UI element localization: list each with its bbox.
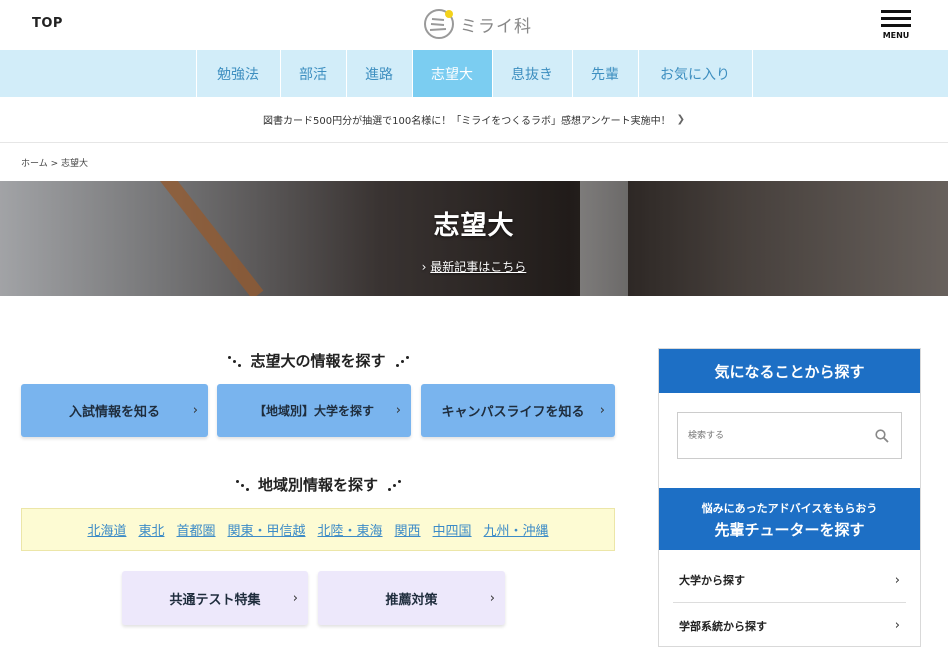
site-logo[interactable]: ミライ科 — [422, 6, 532, 42]
section-title-university-info: 志望大の情報を探す — [21, 350, 615, 371]
chevron-right-icon: › — [395, 403, 401, 418]
region-link-tohoku[interactable]: 東北 — [138, 520, 164, 539]
search-icon[interactable] — [875, 429, 889, 443]
breadcrumb-separator: > — [50, 159, 59, 169]
region-link-kyushu-okinawa[interactable]: 九州・沖縄 — [484, 520, 549, 539]
button-label: 【地域別】大学を探す — [253, 404, 374, 418]
chevron-right-icon: › — [599, 403, 605, 418]
region-link-hokkaido[interactable]: 北海道 — [87, 520, 126, 539]
latest-articles-text: 最新記事はこちら — [430, 260, 527, 274]
breadcrumb-current: 志望大 — [61, 159, 89, 169]
decoration-dots-icon — [226, 354, 242, 368]
sidebar-item-label: 学部系統から探す — [679, 619, 767, 633]
section-title-regional-info: 地域別情報を探す — [21, 474, 615, 495]
chevron-right-icon: › — [894, 572, 900, 588]
region-link-chushikoku[interactable]: 中四国 — [433, 520, 472, 539]
search-input[interactable] — [678, 413, 858, 458]
chevron-right-icon: › — [421, 260, 431, 274]
tutor-heading-subtitle: 悩みにあったアドバイスをもらおう — [701, 502, 878, 515]
nav-item-target-university[interactable]: 志望大 — [412, 50, 493, 97]
region-links: 北海道 東北 首都圏 関東・甲信越 北陸・東海 関西 中四国 九州・沖縄 — [21, 508, 615, 551]
region-link-kansai[interactable]: 関西 — [395, 520, 421, 539]
logo-mark-icon — [424, 9, 454, 39]
logo-text: ミライ科 — [460, 16, 532, 37]
latest-articles-link[interactable]: › 最新記事はこちら — [0, 258, 948, 275]
chevron-right-icon: › — [192, 403, 198, 418]
hamburger-icon — [881, 10, 911, 13]
region-link-kanto-koshinetsu[interactable]: 関東・甲信越 — [227, 520, 305, 539]
sidebar: 気になることから探す 悩みにあったアドバイスをもらおう 先輩チューターを探す 大… — [658, 348, 921, 647]
search-box — [677, 412, 902, 459]
nav-item-career[interactable]: 進路 — [347, 50, 413, 97]
section-title-text: 地域別情報を探す — [257, 476, 378, 494]
recommendation-prep-button[interactable]: 推薦対策 › — [318, 571, 505, 625]
chevron-right-icon: ❯ — [676, 114, 685, 125]
breadcrumb: ホーム > 志望大 — [21, 156, 88, 169]
find-university-by-region-button[interactable]: 【地域別】大学を探す › — [217, 384, 411, 437]
chevron-right-icon: › — [292, 590, 298, 606]
menu-label: MENU — [882, 31, 910, 40]
breadcrumb-home[interactable]: ホーム — [21, 159, 48, 169]
section-title-text: 志望大の情報を探す — [250, 352, 386, 370]
hamburger-icon-bar — [881, 17, 911, 20]
button-label: 推薦対策 — [385, 592, 438, 608]
nav-item-club[interactable]: 部活 — [281, 50, 347, 97]
top-link[interactable]: TOP — [32, 16, 63, 31]
decoration-dots-icon — [234, 478, 250, 492]
page-title: 志望大 — [433, 211, 515, 241]
site-header: TOP ミライ科 MENU — [0, 0, 948, 50]
button-label: 入試情報を知る — [68, 405, 160, 420]
campus-life-button[interactable]: キャンパスライフを知る › — [421, 384, 615, 437]
sidebar-item-by-faculty[interactable]: 学部系統から探す › — [673, 603, 906, 647]
button-label: 共通テスト特集 — [169, 592, 261, 608]
button-label: キャンパスライフを知る — [441, 405, 585, 420]
nav-item-senior[interactable]: 先輩 — [573, 50, 639, 97]
common-test-feature-button[interactable]: 共通テスト特集 › — [122, 571, 308, 625]
sidebar-item-label: 大学から探す — [679, 574, 745, 587]
exam-info-button[interactable]: 入試情報を知る › — [21, 384, 208, 437]
nav-item-break[interactable]: 息抜き — [493, 50, 573, 97]
tutor-heading-title: 先輩チューターを探す — [714, 521, 865, 539]
decoration-dots-icon — [386, 478, 402, 492]
nav-item-study[interactable]: 勉強法 — [197, 50, 281, 97]
region-link-shutoken[interactable]: 首都圏 — [176, 520, 215, 539]
sidebar-heading-search: 気になることから探す — [659, 349, 920, 393]
campaign-notice[interactable]: 図書カード500円分が抽選で100名様に！「ミライをつくるラボ」感想アンケート実… — [0, 97, 948, 143]
sidebar-item-by-university[interactable]: 大学から探す › — [673, 558, 906, 603]
nav-item-favorites[interactable]: お気に入り — [639, 50, 753, 97]
category-nav: 勉強法 部活 進路 志望大 息抜き 先輩 お気に入り — [0, 50, 948, 97]
hamburger-icon-bar — [881, 24, 911, 27]
chevron-right-icon: › — [489, 590, 495, 606]
decoration-dots-icon — [394, 354, 410, 368]
sidebar-heading-tutor: 悩みにあったアドバイスをもらおう 先輩チューターを探す — [659, 488, 920, 550]
chevron-right-icon: › — [894, 618, 900, 633]
region-link-hokuriku-tokai[interactable]: 北陸・東海 — [318, 520, 383, 539]
menu-button[interactable]: MENU — [880, 10, 912, 40]
notice-text: 図書カード500円分が抽選で100名様に！「ミライをつくるラボ」感想アンケート実… — [263, 116, 671, 127]
